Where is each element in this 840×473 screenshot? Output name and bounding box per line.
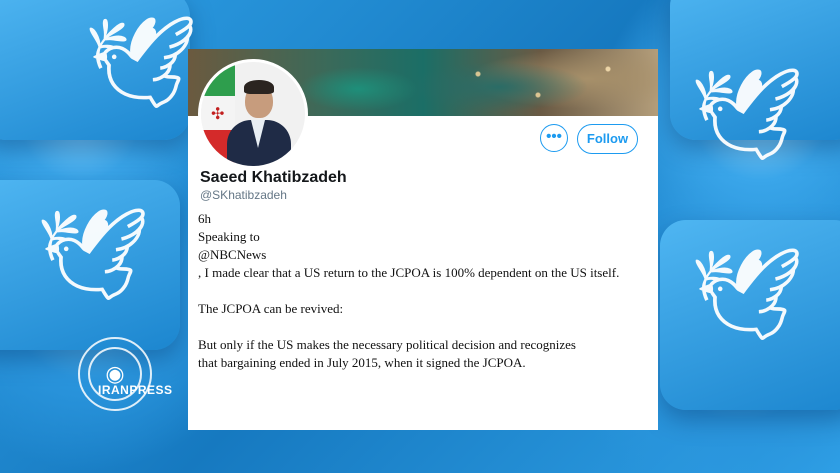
tweet-line: that bargaining ended in July 2015, when… — [198, 355, 526, 370]
more-options-button[interactable]: ••• — [540, 124, 568, 152]
profile-handle[interactable]: @SKhatibzadeh — [200, 188, 287, 202]
mention-link[interactable]: @NBCNews — [198, 246, 653, 264]
tweet-line: The JCPOA can be revived: — [198, 301, 344, 316]
twitter-bird-icon: 🕊 — [36, 202, 151, 307]
tweet-spacer — [198, 318, 653, 336]
tweet-line: Speaking to — [198, 229, 260, 244]
person-hair — [244, 80, 274, 94]
twitter-bird-icon: 🕊 — [690, 242, 805, 347]
tweet-body: 6h Speaking to @NBCNews , I made clear t… — [198, 210, 653, 372]
avatar[interactable]: ✣ — [198, 59, 308, 169]
flag-green-stripe — [201, 62, 235, 96]
twitter-bird-icon: 🕊 — [84, 10, 199, 115]
twitter-bird-icon: 🕊 — [690, 62, 805, 167]
tweet-line: But only if the US makes the necessary p… — [198, 337, 576, 352]
follow-button[interactable]: Follow — [577, 124, 638, 154]
tweet-time[interactable]: 6h — [198, 210, 653, 228]
tweet-line: , I made clear that a US return to the J… — [198, 265, 620, 280]
tweet-spacer — [198, 282, 653, 300]
flag-emblem-icon: ✣ — [211, 106, 225, 123]
iranpress-watermark-text: IRANPRESS — [98, 383, 173, 397]
iranpress-logo: ◉ — [78, 337, 152, 411]
tweet-card: ✣ ••• Follow Saeed Khatibzadeh @SKhatibz… — [188, 49, 658, 430]
profile-name[interactable]: Saeed Khatibzadeh — [200, 169, 347, 187]
